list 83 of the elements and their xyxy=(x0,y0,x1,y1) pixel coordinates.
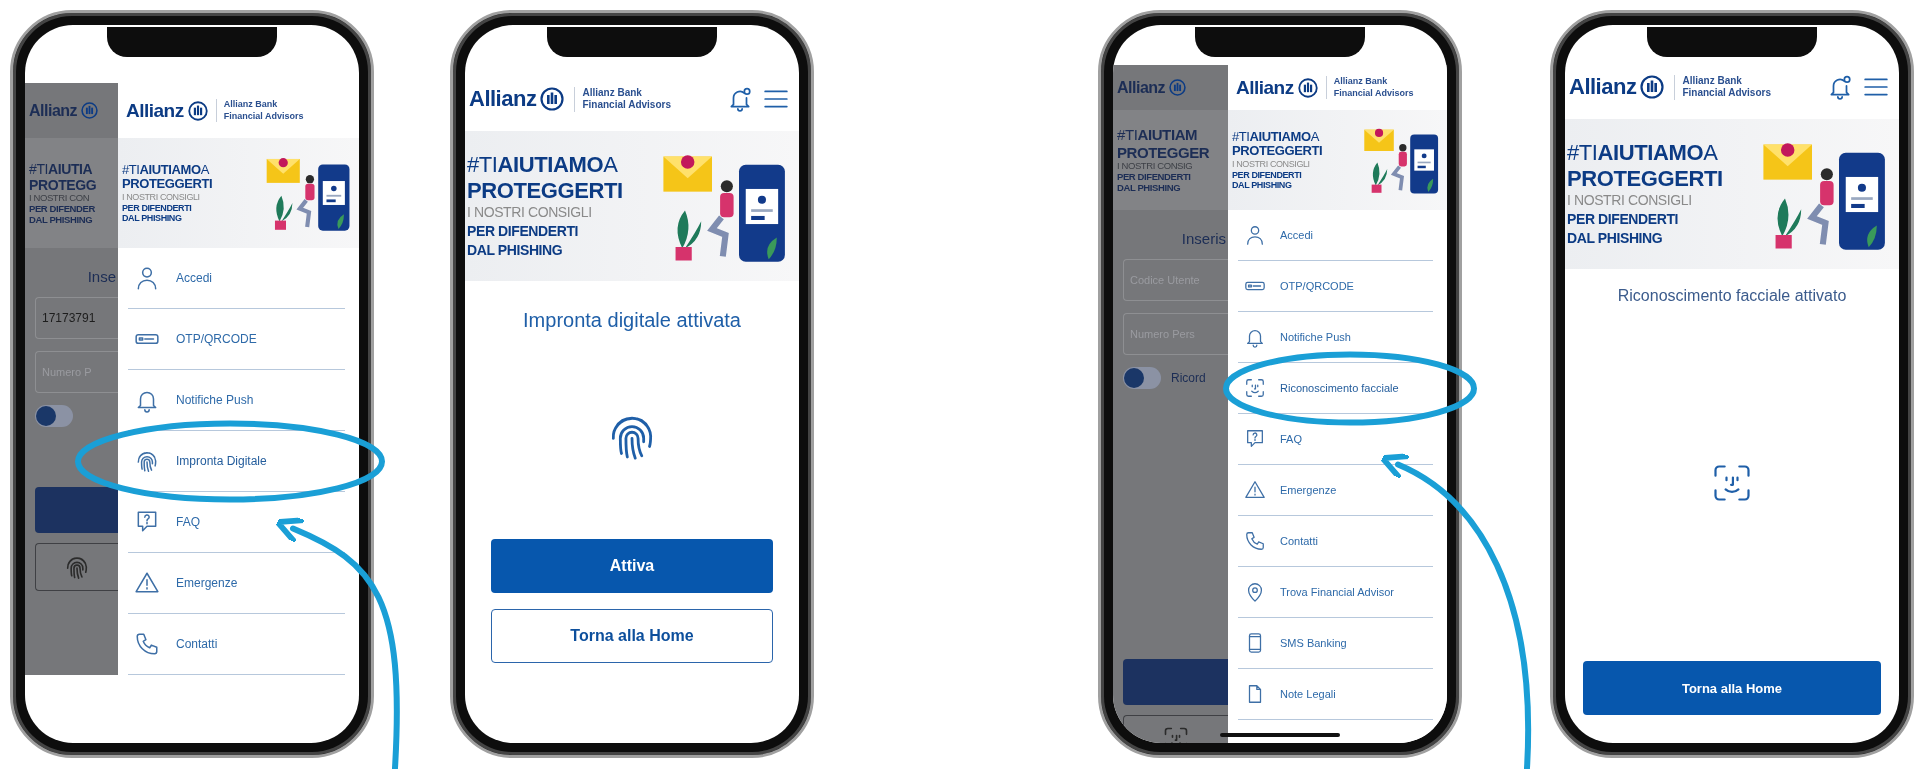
brand-name: Allianz xyxy=(1117,78,1166,97)
banner-subtitle: PER DIFENDERTI xyxy=(467,221,580,241)
brand-name: Allianz xyxy=(1569,74,1637,100)
brand-name: Allianz xyxy=(126,99,184,122)
circle-bars-icon xyxy=(540,87,565,111)
menu-item[interactable]: Trova Financial Advisor xyxy=(1238,567,1433,618)
circle-bars-icon xyxy=(1640,75,1665,99)
circle-bars-icon xyxy=(187,100,208,121)
banner-subtitle: DAL PHISHING xyxy=(29,214,94,226)
warning-icon xyxy=(1244,479,1266,501)
phone-handset-icon xyxy=(134,631,160,657)
subbrand-text: Allianz Bank xyxy=(223,99,279,111)
menu-item[interactable]: Notifiche Push xyxy=(128,370,345,431)
notification-bell-icon[interactable] xyxy=(727,86,753,112)
menu-item[interactable]: Emergenze xyxy=(128,553,345,614)
person-icon xyxy=(1244,224,1266,246)
face-scan-icon xyxy=(1244,377,1266,399)
banner-subtitle: I NOSTRI CONSIGLI xyxy=(1232,159,1311,170)
banner-subtitle: I NOSTRI CONSIGLI xyxy=(122,192,201,203)
primary-button[interactable]: Attiva xyxy=(491,539,773,593)
banner-headline: #TIAIUTIA xyxy=(29,160,94,177)
phone-handset-icon xyxy=(1244,530,1266,552)
menu-item[interactable]: OTP/QRCODE xyxy=(1238,261,1433,312)
banner-subtitle: DAL PHISHING xyxy=(467,240,564,260)
banner-headline: PROTEGGERTI xyxy=(1232,144,1323,160)
login-prompt: Inse xyxy=(87,268,117,285)
subbrand-text: Allianz Bank xyxy=(1333,76,1389,88)
menu-item[interactable]: Notifiche Push xyxy=(1238,312,1433,363)
banner-subtitle: DAL PHISHING xyxy=(1232,180,1293,191)
banner-headline: PROTEGGERTI xyxy=(467,177,623,203)
banner-subtitle: PER DIFENDERTI xyxy=(1117,171,1192,183)
circle-bars-icon xyxy=(81,102,99,119)
menu-item[interactable]: Accedi xyxy=(128,248,345,309)
secondary-button[interactable]: Torna alla Home xyxy=(491,609,773,663)
subbrand-text: Financial Advisors xyxy=(1333,87,1414,99)
status-title: Impronta digitale attivata xyxy=(522,309,742,332)
banner-subtitle: PER DIFENDERTI xyxy=(122,202,193,214)
menu-item[interactable]: Accedi xyxy=(1238,210,1433,261)
banner-subtitle: I NOSTRI CONSIGLI xyxy=(467,202,593,222)
menu-item[interactable]: OTP/QRCODE xyxy=(128,309,345,370)
subbrand-text: Financial Advisors xyxy=(223,110,304,122)
menu-item[interactable]: Contatti xyxy=(128,614,345,675)
menu-item[interactable]: Note Legali xyxy=(1238,669,1433,720)
banner-headline: PROTEGG xyxy=(29,176,97,193)
subbrand-text: Financial Advisors xyxy=(582,99,671,112)
banner-headline: #TIAIUTIAMOA xyxy=(1232,129,1321,145)
menu-item[interactable]: Emergenze xyxy=(1238,465,1433,516)
subbrand-text: Allianz Bank xyxy=(1682,74,1743,87)
subbrand-text: Allianz Bank xyxy=(582,86,643,99)
banner-subtitle: I NOSTRI CONSIGLI xyxy=(1567,190,1693,210)
menu-item[interactable]: SMS Banking xyxy=(1238,618,1433,669)
banner-headline: PROTEGGERTI xyxy=(1567,165,1723,191)
circle-bars-icon xyxy=(1169,79,1187,96)
brand-name: Allianz xyxy=(469,86,537,112)
banner-headline: #TIAIUTIAM xyxy=(1117,126,1199,144)
primary-button[interactable]: Torna alla Home xyxy=(1583,661,1881,715)
brand-name: Allianz xyxy=(29,101,78,120)
toggle-switch[interactable] xyxy=(1123,367,1161,389)
banner-subtitle: PER DIFENDER xyxy=(29,203,96,215)
banner-headline: #TIAIUTIAMOA xyxy=(122,162,211,178)
banner-subtitle: DAL PHISHING xyxy=(122,213,183,224)
banner-headline: PROTEGGER xyxy=(1117,143,1210,161)
banner-subtitle: DAL PHISHING xyxy=(1567,228,1664,248)
menu-item[interactable]: Riconoscimento facciale xyxy=(1238,363,1433,414)
banner-subtitle: PER DIFENDERTI xyxy=(1232,169,1303,181)
menu-item[interactable]: Impronta Digitale xyxy=(128,431,345,492)
banner-headline: #TIAIUTIAMOA xyxy=(467,152,619,178)
banner-subtitle: DAL PHISHING xyxy=(1117,182,1182,194)
menu-item[interactable]: Contatti xyxy=(1238,516,1433,567)
banner-headline: PROTEGGERTI xyxy=(122,177,213,193)
subbrand-text: Financial Advisors xyxy=(1682,87,1771,100)
banner-subtitle: PER DIFENDERTI xyxy=(1567,209,1680,229)
notification-bell-icon[interactable] xyxy=(1827,74,1853,100)
brand-name: Allianz xyxy=(1236,76,1294,99)
circle-bars-icon xyxy=(1297,77,1318,98)
menu-item[interactable]: FAQ xyxy=(128,492,345,553)
question-bubble-icon xyxy=(1244,428,1266,450)
status-title: Riconoscimento facciale attivato xyxy=(1616,287,1848,305)
menu-item[interactable]: FAQ xyxy=(1238,414,1433,465)
toggle-switch[interactable] xyxy=(35,405,73,427)
toggle-label: Ricord xyxy=(1171,371,1206,385)
login-prompt: Inseris xyxy=(1181,230,1227,247)
banner-headline: #TIAIUTIAMOA xyxy=(1567,140,1719,166)
